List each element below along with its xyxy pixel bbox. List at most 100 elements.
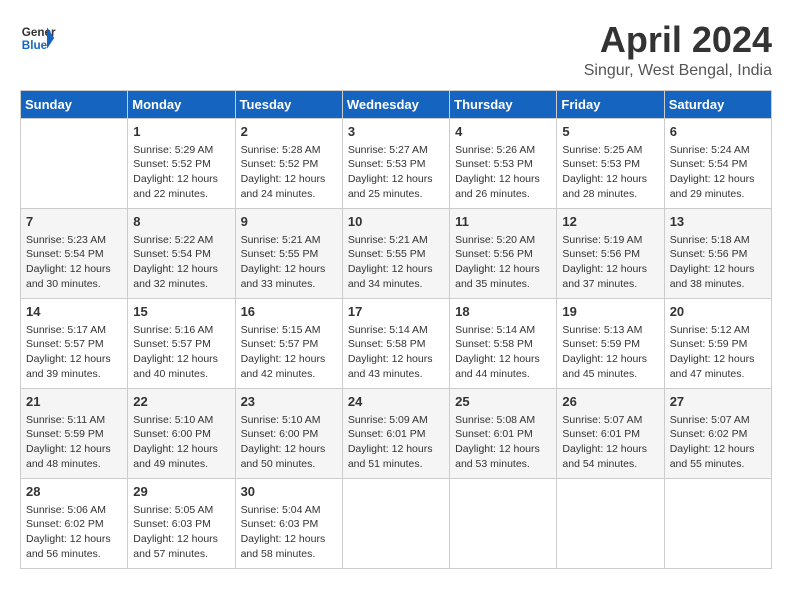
day-content: Sunrise: 5:15 AM Sunset: 5:57 PM Dayligh…: [241, 323, 337, 382]
day-content: Sunrise: 5:11 AM Sunset: 5:59 PM Dayligh…: [26, 413, 122, 472]
calendar-cell: 19 Sunrise: 5:13 AM Sunset: 5:59 PM Dayli…: [557, 298, 664, 388]
day-content: Sunrise: 5:04 AM Sunset: 6:03 PM Dayligh…: [241, 503, 337, 562]
calendar-cell: 6Sunrise: 5:24 AM Sunset: 5:54 PM Daylig…: [664, 118, 771, 208]
day-number: 17: [348, 303, 444, 321]
calendar-cell: 24 Sunrise: 5:09 AM Sunset: 6:01 PM Dayli…: [342, 388, 449, 478]
day-content: Sunrise: 5:07 AM Sunset: 6:01 PM Dayligh…: [562, 413, 658, 472]
calendar-cell: 20Sunrise: 5:12 AM Sunset: 5:59 PM Dayli…: [664, 298, 771, 388]
day-number: 24: [348, 393, 444, 411]
day-content: Sunrise: 5:17 AM Sunset: 5:57 PM Dayligh…: [26, 323, 122, 382]
day-number: 4: [455, 123, 551, 141]
calendar-cell: [557, 478, 664, 568]
calendar-cell: 2 Sunrise: 5:28 AM Sunset: 5:52 PM Daylig…: [235, 118, 342, 208]
day-content: Sunrise: 5:28 AM Sunset: 5:52 PM Dayligh…: [241, 143, 337, 202]
day-content: Sunrise: 5:25 AM Sunset: 5:53 PM Dayligh…: [562, 143, 658, 202]
day-content: Sunrise: 5:22 AM Sunset: 5:54 PM Dayligh…: [133, 233, 229, 292]
week-row-5: 28 Sunrise: 5:06 AM Sunset: 6:02 PM Dayli…: [21, 478, 772, 568]
week-row-4: 21 Sunrise: 5:11 AM Sunset: 5:59 PM Dayli…: [21, 388, 772, 478]
calendar-cell: 3Sunrise: 5:27 AM Sunset: 5:53 PM Daylig…: [342, 118, 449, 208]
day-number: 25: [455, 393, 551, 411]
day-content: Sunrise: 5:05 AM Sunset: 6:03 PM Dayligh…: [133, 503, 229, 562]
column-header-wednesday: Wednesday: [342, 90, 449, 118]
calendar-cell: 30 Sunrise: 5:04 AM Sunset: 6:03 PM Dayli…: [235, 478, 342, 568]
week-row-2: 7 Sunrise: 5:23 AM Sunset: 5:54 PM Daylig…: [21, 208, 772, 298]
day-content: Sunrise: 5:08 AM Sunset: 6:01 PM Dayligh…: [455, 413, 551, 472]
day-content: Sunrise: 5:14 AM Sunset: 5:58 PM Dayligh…: [348, 323, 444, 382]
calendar-cell: 26 Sunrise: 5:07 AM Sunset: 6:01 PM Dayli…: [557, 388, 664, 478]
calendar-cell: 23 Sunrise: 5:10 AM Sunset: 6:00 PM Dayli…: [235, 388, 342, 478]
svg-text:Blue: Blue: [22, 39, 48, 52]
day-number: 12: [562, 213, 658, 231]
day-number: 15: [133, 303, 229, 321]
column-header-saturday: Saturday: [664, 90, 771, 118]
calendar-cell: 25 Sunrise: 5:08 AM Sunset: 6:01 PM Dayli…: [450, 388, 557, 478]
calendar-cell: 8 Sunrise: 5:22 AM Sunset: 5:54 PM Daylig…: [128, 208, 235, 298]
column-header-thursday: Thursday: [450, 90, 557, 118]
day-number: 27: [670, 393, 766, 411]
day-content: Sunrise: 5:09 AM Sunset: 6:01 PM Dayligh…: [348, 413, 444, 472]
logo-icon: General Blue: [20, 20, 56, 56]
calendar-cell: 1 Sunrise: 5:29 AM Sunset: 5:52 PM Daylig…: [128, 118, 235, 208]
column-header-friday: Friday: [557, 90, 664, 118]
calendar-cell: 22 Sunrise: 5:10 AM Sunset: 6:00 PM Dayli…: [128, 388, 235, 478]
day-number: 9: [241, 213, 337, 231]
day-number: 1: [133, 123, 229, 141]
calendar-cell: 16 Sunrise: 5:15 AM Sunset: 5:57 PM Dayli…: [235, 298, 342, 388]
header-row: SundayMondayTuesdayWednesdayThursdayFrid…: [21, 90, 772, 118]
calendar-cell: 13 Sunrise: 5:18 AM Sunset: 5:56 PM Dayli…: [664, 208, 771, 298]
calendar-cell: [342, 478, 449, 568]
column-header-monday: Monday: [128, 90, 235, 118]
calendar-cell: [664, 478, 771, 568]
day-content: Sunrise: 5:24 AM Sunset: 5:54 PM Dayligh…: [670, 143, 766, 202]
day-content: Sunrise: 5:21 AM Sunset: 5:55 PM Dayligh…: [241, 233, 337, 292]
calendar-cell: 14 Sunrise: 5:17 AM Sunset: 5:57 PM Dayli…: [21, 298, 128, 388]
day-number: 7: [26, 213, 122, 231]
day-content: Sunrise: 5:07 AM Sunset: 6:02 PM Dayligh…: [670, 413, 766, 472]
calendar-cell: 29 Sunrise: 5:05 AM Sunset: 6:03 PM Dayli…: [128, 478, 235, 568]
title-block: April 2024 Singur, West Bengal, India: [584, 20, 772, 80]
day-content: Sunrise: 5:23 AM Sunset: 5:54 PM Dayligh…: [26, 233, 122, 292]
calendar-cell: 7 Sunrise: 5:23 AM Sunset: 5:54 PM Daylig…: [21, 208, 128, 298]
calendar-cell: 10 Sunrise: 5:21 AM Sunset: 5:55 PM Dayli…: [342, 208, 449, 298]
day-content: Sunrise: 5:29 AM Sunset: 5:52 PM Dayligh…: [133, 143, 229, 202]
day-number: 2: [241, 123, 337, 141]
day-number: 22: [133, 393, 229, 411]
day-number: 3: [348, 123, 444, 141]
day-number: 18: [455, 303, 551, 321]
day-number: 10: [348, 213, 444, 231]
calendar-cell: [450, 478, 557, 568]
day-number: 14: [26, 303, 122, 321]
calendar-cell: 28 Sunrise: 5:06 AM Sunset: 6:02 PM Dayli…: [21, 478, 128, 568]
calendar-cell: 4Sunrise: 5:26 AM Sunset: 5:53 PM Daylig…: [450, 118, 557, 208]
column-header-sunday: Sunday: [21, 90, 128, 118]
day-content: Sunrise: 5:10 AM Sunset: 6:00 PM Dayligh…: [241, 413, 337, 472]
day-content: Sunrise: 5:14 AM Sunset: 5:58 PM Dayligh…: [455, 323, 551, 382]
day-number: 29: [133, 483, 229, 501]
day-number: 23: [241, 393, 337, 411]
month-title: April 2024: [584, 20, 772, 60]
day-content: Sunrise: 5:18 AM Sunset: 5:56 PM Dayligh…: [670, 233, 766, 292]
day-content: Sunrise: 5:10 AM Sunset: 6:00 PM Dayligh…: [133, 413, 229, 472]
day-content: Sunrise: 5:21 AM Sunset: 5:55 PM Dayligh…: [348, 233, 444, 292]
calendar-cell: 21 Sunrise: 5:11 AM Sunset: 5:59 PM Dayli…: [21, 388, 128, 478]
day-content: Sunrise: 5:06 AM Sunset: 6:02 PM Dayligh…: [26, 503, 122, 562]
calendar-cell: 9 Sunrise: 5:21 AM Sunset: 5:55 PM Daylig…: [235, 208, 342, 298]
day-number: 5: [562, 123, 658, 141]
calendar-cell: 12Sunrise: 5:19 AM Sunset: 5:56 PM Dayli…: [557, 208, 664, 298]
week-row-3: 14 Sunrise: 5:17 AM Sunset: 5:57 PM Dayli…: [21, 298, 772, 388]
day-number: 16: [241, 303, 337, 321]
day-number: 13: [670, 213, 766, 231]
calendar-table: SundayMondayTuesdayWednesdayThursdayFrid…: [20, 90, 772, 569]
day-number: 26: [562, 393, 658, 411]
day-number: 8: [133, 213, 229, 231]
day-number: 21: [26, 393, 122, 411]
day-number: 30: [241, 483, 337, 501]
week-row-1: 1 Sunrise: 5:29 AM Sunset: 5:52 PM Daylig…: [21, 118, 772, 208]
day-number: 20: [670, 303, 766, 321]
day-content: Sunrise: 5:13 AM Sunset: 5:59 PM Dayligh…: [562, 323, 658, 382]
day-number: 19: [562, 303, 658, 321]
calendar-cell: [21, 118, 128, 208]
day-number: 11: [455, 213, 551, 231]
day-number: 28: [26, 483, 122, 501]
calendar-cell: 15Sunrise: 5:16 AM Sunset: 5:57 PM Dayli…: [128, 298, 235, 388]
